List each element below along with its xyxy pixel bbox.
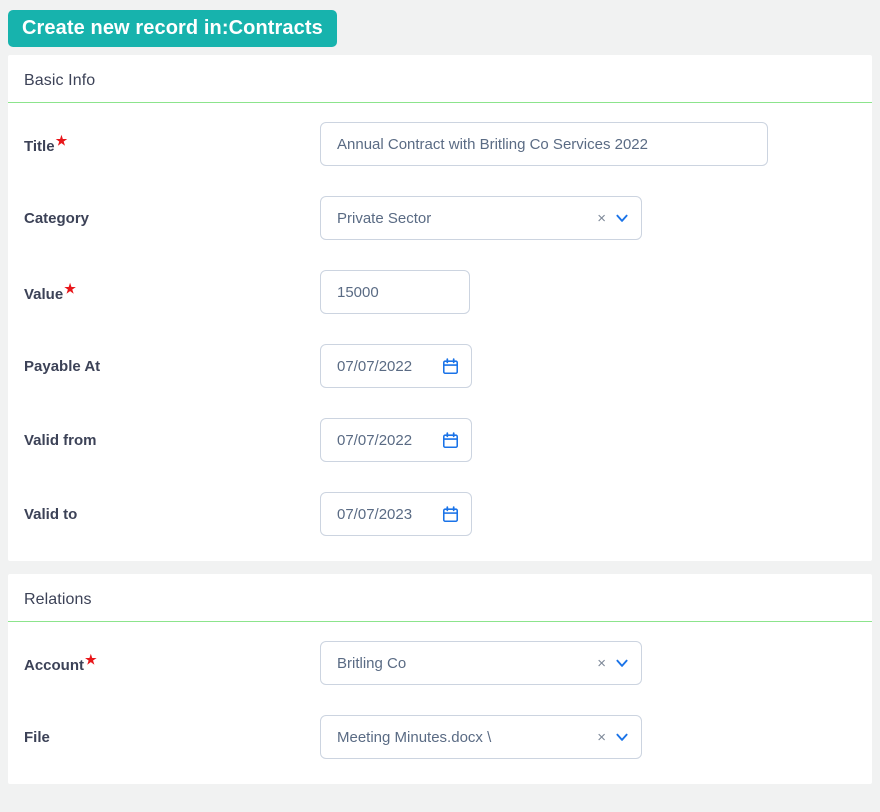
title-input-value: Annual Contract with Britling Co Service… [337, 135, 648, 153]
payable-at-date-value: 07/07/2022 [337, 357, 413, 375]
account-select[interactable]: Britling Co × [320, 641, 642, 685]
field-control-category: Private Sector × [320, 196, 872, 240]
field-control-account: Britling Co × [320, 641, 872, 685]
field-label-text: Account [24, 657, 84, 674]
valid-from-date-value: 07/07/2022 [337, 431, 413, 449]
field-control-file: Meeting Minutes.docx \ × [320, 715, 872, 759]
category-select[interactable]: Private Sector × [320, 196, 642, 240]
form-sections: Basic Info Title★ Annual Contract with Bri… [0, 55, 880, 784]
calendar-icon[interactable] [442, 357, 459, 375]
value-input-value: 15000 [337, 283, 379, 301]
page-title-badge: Create new record in:Contracts [8, 10, 337, 47]
clear-icon[interactable]: × [593, 656, 615, 671]
account-select-value: Britling Co [337, 654, 407, 672]
field-label-text: Value [24, 286, 64, 303]
value-input[interactable]: 15000 [320, 270, 470, 314]
page-header: Create new record in:Contracts [0, 0, 880, 55]
chevron-down-icon[interactable] [615, 211, 629, 225]
field-label-value: Value★ [24, 282, 320, 302]
valid-to-date-value: 07/07/2023 [337, 505, 413, 523]
section-title: Relations [8, 574, 872, 622]
payable-at-date-input[interactable]: 07/07/2022 [320, 344, 472, 388]
field-label-text: File [24, 728, 50, 746]
field-control-payable-at: 07/07/2022 [320, 344, 872, 388]
file-select-value: Meeting Minutes.docx \ [337, 728, 492, 746]
category-select-value: Private Sector [337, 209, 432, 227]
section-card-basic-info: Basic Info Title★ Annual Contract with Bri… [8, 55, 872, 561]
field-label-file: File [24, 730, 320, 745]
field-label-text: Payable At [24, 357, 101, 375]
field-label-payable-at: Payable At [24, 359, 320, 374]
section-title: Basic Info [8, 55, 872, 103]
form-row-valid-to: Valid to 07/07/2023 [8, 487, 872, 541]
field-control-title: Annual Contract with Britling Co Service… [320, 122, 872, 166]
form-row-file: File Meeting Minutes.docx \ × [8, 710, 872, 764]
clear-icon[interactable]: × [593, 211, 615, 226]
field-label-title: Title★ [24, 134, 320, 154]
form-row-valid-from: Valid from 07/07/2022 [8, 413, 872, 467]
field-label-category: Category [24, 211, 320, 226]
record-create-page: Create new record in:Contracts Basic Inf… [0, 0, 880, 812]
field-label-text: Valid from [24, 431, 97, 449]
field-label-text: Title [24, 138, 55, 155]
form-row-value: Value★ 15000 [8, 265, 872, 319]
required-star-icon: ★ [85, 652, 97, 667]
section-card-relations: Relations Account★ Britling Co × File Meeting… [8, 574, 872, 784]
chevron-down-icon[interactable] [615, 730, 629, 744]
valid-to-date-input[interactable]: 07/07/2023 [320, 492, 472, 536]
calendar-icon[interactable] [442, 505, 459, 523]
field-label-text: Category [24, 209, 90, 227]
file-select[interactable]: Meeting Minutes.docx \ × [320, 715, 642, 759]
clear-icon[interactable]: × [593, 730, 615, 745]
valid-from-date-input[interactable]: 07/07/2022 [320, 418, 472, 462]
section-body: Title★ Annual Contract with Britling Co S… [8, 103, 872, 561]
required-star-icon: ★ [55, 133, 68, 148]
section-body: Account★ Britling Co × File Meeting Minutes.… [8, 622, 872, 784]
required-star-icon: ★ [64, 281, 76, 296]
field-control-valid-from: 07/07/2022 [320, 418, 872, 462]
field-label-text: Valid to [24, 505, 78, 523]
form-row-category: Category Private Sector × [8, 191, 872, 245]
field-control-value: 15000 [320, 270, 872, 314]
form-row-account: Account★ Britling Co × [8, 636, 872, 690]
calendar-icon[interactable] [442, 431, 459, 449]
chevron-down-icon[interactable] [615, 656, 629, 670]
title-input[interactable]: Annual Contract with Britling Co Service… [320, 122, 768, 166]
form-row-payable-at: Payable At 07/07/2022 [8, 339, 872, 393]
field-control-valid-to: 07/07/2023 [320, 492, 872, 536]
field-label-valid-to: Valid to [24, 507, 320, 522]
field-label-valid-from: Valid from [24, 433, 320, 448]
field-label-account: Account★ [24, 653, 320, 673]
form-row-title: Title★ Annual Contract with Britling Co S… [8, 117, 872, 171]
